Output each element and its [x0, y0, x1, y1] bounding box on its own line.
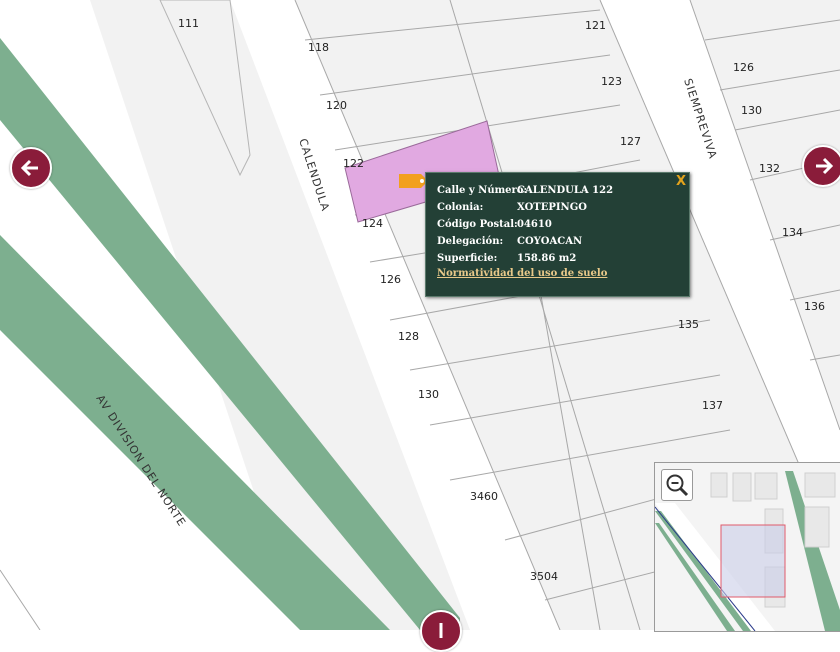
popup-label: Calle y Número: — [437, 185, 528, 196]
lot-number: 130 — [418, 388, 439, 401]
parcel-info-popup: X Calle y Número:CALENDULA 122 Colonia: X… — [425, 172, 690, 297]
popup-row-address: Calle y Número:CALENDULA 122 — [437, 185, 613, 199]
arrow-down-icon — [439, 623, 443, 638]
popup-value: 158.86 m2 — [517, 253, 577, 264]
popup-value: COYOACAN — [517, 236, 583, 247]
lot-number: 122 — [343, 157, 364, 170]
popup-label: Superficie: — [437, 253, 498, 264]
lot-number: 134 — [782, 226, 803, 239]
overview-viewport[interactable] — [720, 524, 786, 598]
popup-row-superficie: Superficie: 158.86 m2 — [437, 253, 576, 267]
pan-down-button[interactable] — [420, 610, 462, 652]
lot-number: 111 — [178, 17, 199, 30]
popup-label: Código Postal: — [437, 219, 518, 230]
lot-number: 135 — [678, 318, 699, 331]
lot-number: 121 — [585, 19, 606, 32]
lot-number: 3460 — [470, 490, 498, 503]
popup-value: XOTEPINGO — [517, 202, 587, 213]
overview-map[interactable] — [654, 462, 840, 632]
lot-number: 118 — [308, 41, 329, 54]
arrow-right-icon — [816, 157, 834, 175]
popup-row-colonia: Colonia: XOTEPINGO — [437, 202, 587, 216]
close-popup-button[interactable]: X — [676, 174, 686, 189]
lot-number: 136 — [804, 300, 825, 313]
lot-number: 128 — [398, 330, 419, 343]
popup-value: CALENDULA 122 — [517, 185, 614, 196]
pan-left-button[interactable] — [10, 147, 52, 189]
pan-right-button[interactable] — [802, 145, 840, 187]
lot-number: 132 — [759, 162, 780, 175]
zoom-out-button[interactable] — [661, 469, 693, 501]
popup-value: 04610 — [517, 219, 552, 230]
zoom-out-icon — [666, 474, 689, 497]
lot-number: 124 — [362, 217, 383, 230]
lot-number: 126 — [733, 61, 754, 74]
popup-label: Delegación: — [437, 236, 504, 247]
popup-label: Colonia: — [437, 202, 484, 213]
lot-number: 3504 — [530, 570, 558, 583]
lot-number: 130 — [741, 104, 762, 117]
lot-number: 120 — [326, 99, 347, 112]
lot-number: 126 — [380, 273, 401, 286]
arrow-left-icon — [20, 159, 38, 177]
land-use-regulation-link[interactable]: Normatividad del uso de suelo — [437, 268, 607, 279]
lot-number: 123 — [601, 75, 622, 88]
popup-row-postal-code: Código Postal:04610 — [437, 219, 552, 233]
lot-number: 127 — [620, 135, 641, 148]
popup-row-delegacion: Delegación: COYOACAN — [437, 236, 582, 250]
lot-number: 137 — [702, 399, 723, 412]
